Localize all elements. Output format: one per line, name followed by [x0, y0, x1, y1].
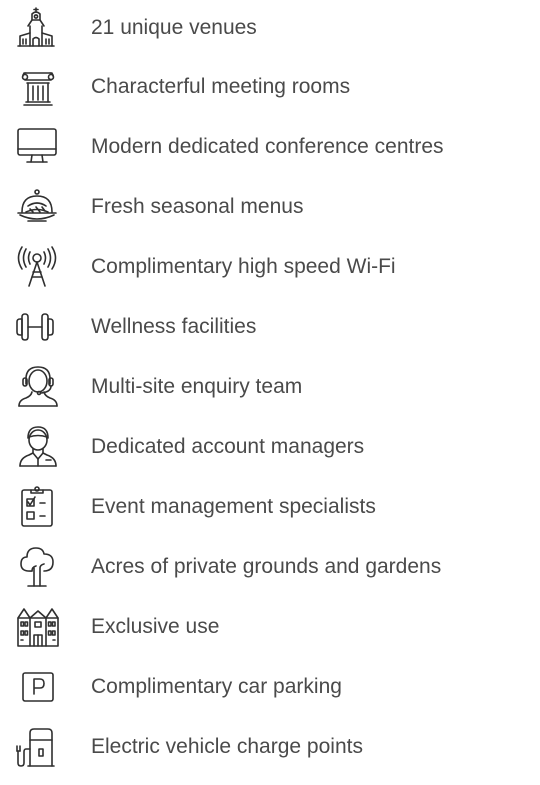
feature-item-exclusive-use: Exclusive use	[0, 599, 540, 655]
feature-label: Dedicated account managers	[91, 435, 365, 458]
food-cloche-icon	[16, 185, 60, 229]
ev-charger-icon	[16, 725, 60, 769]
tree-icon	[16, 545, 60, 589]
feature-label: Event management specialists	[91, 495, 376, 518]
feature-item-wifi: Complimentary high speed Wi-Fi	[0, 239, 540, 295]
feature-item-conference-centres: Modern dedicated conference centres	[0, 119, 540, 175]
feature-item-wellness: Wellness facilities	[0, 299, 540, 355]
feature-label: Complimentary high speed Wi-Fi	[91, 255, 396, 278]
feature-item-enquiry-team: Multi-site enquiry team	[0, 359, 540, 415]
clipboard-checklist-icon	[16, 485, 60, 529]
feature-item-car-parking: Complimentary car parking	[0, 659, 540, 715]
feature-label: Exclusive use	[91, 615, 220, 638]
feature-label: Characterful meeting rooms	[91, 75, 351, 98]
feature-item-grounds: Acres of private grounds and gardens	[0, 539, 540, 595]
manor-house-icon	[16, 605, 60, 649]
dumbbell-icon	[16, 305, 60, 349]
venue-building-icon	[16, 6, 60, 50]
feature-item-event-management: Event management specialists	[0, 479, 540, 535]
feature-label: Fresh seasonal menus	[91, 195, 304, 218]
headset-person-icon	[16, 365, 60, 409]
feature-item-meeting-rooms: Characterful meeting rooms	[0, 59, 540, 115]
feature-item-menus: Fresh seasonal menus	[0, 179, 540, 235]
feature-label: Complimentary car parking	[91, 675, 342, 698]
feature-item-account-managers: Dedicated account managers	[0, 419, 540, 475]
column-pillar-icon	[16, 65, 60, 109]
parking-sign-icon	[16, 665, 60, 709]
feature-label: Modern dedicated conference centres	[91, 135, 444, 158]
account-manager-icon	[16, 425, 60, 469]
feature-label: Wellness facilities	[91, 315, 257, 338]
feature-item-venues: 21 unique venues	[0, 0, 540, 56]
monitor-icon	[16, 125, 60, 169]
feature-label: Multi-site enquiry team	[91, 375, 303, 398]
feature-label: Electric vehicle charge points	[91, 735, 363, 758]
feature-label: 21 unique venues	[91, 16, 257, 39]
feature-label: Acres of private grounds and gardens	[91, 555, 442, 578]
feature-item-ev-charging: Electric vehicle charge points	[0, 719, 540, 775]
wifi-antenna-icon	[16, 245, 60, 289]
